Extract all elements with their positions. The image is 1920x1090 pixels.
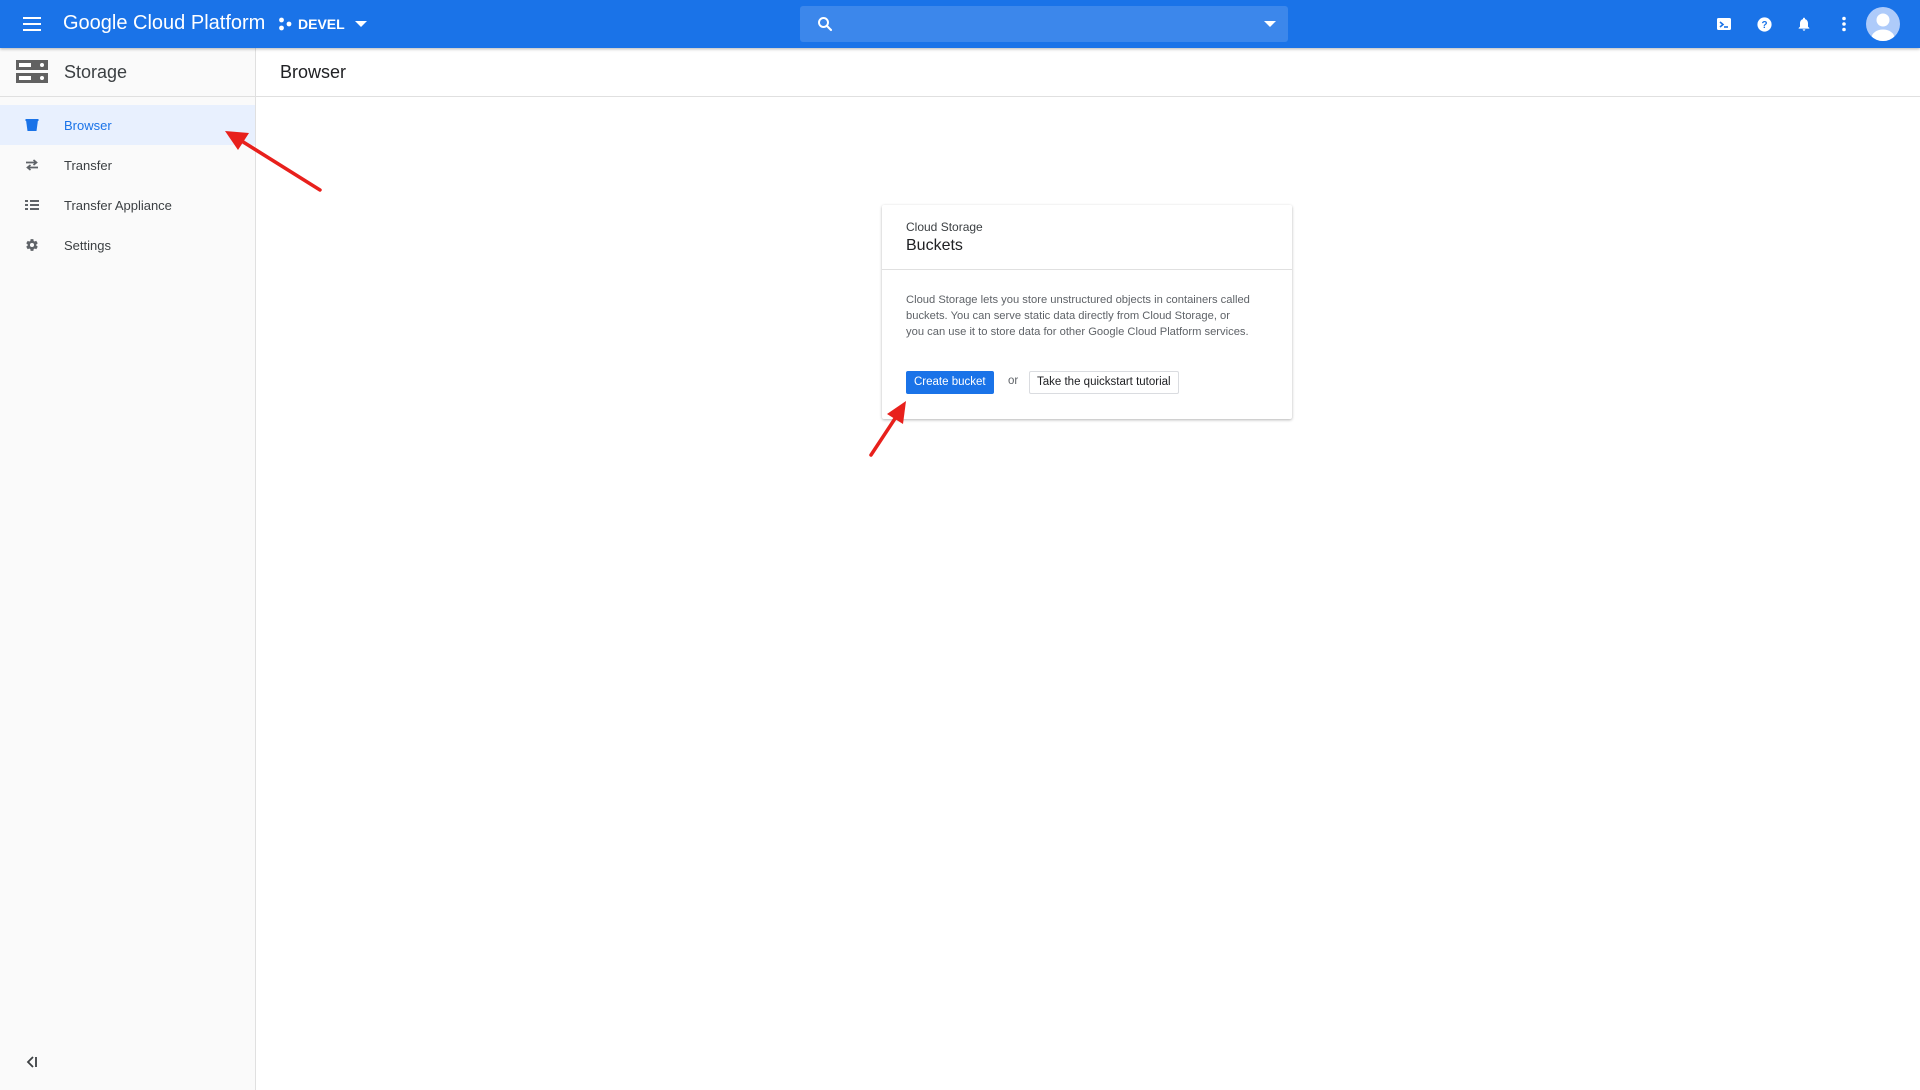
sidebar-item-transfer[interactable]: Transfer [0, 145, 255, 185]
project-selector[interactable]: DEVEL [278, 12, 367, 36]
sidebar-item-transfer-appliance[interactable]: Transfer Appliance [0, 185, 255, 225]
chevron-down-icon [354, 21, 367, 27]
more-vert-icon[interactable] [1832, 12, 1856, 36]
search-icon [818, 17, 833, 32]
card-header: Cloud Storage Buckets [882, 205, 1292, 270]
sidebar-item-settings[interactable]: Settings [0, 225, 255, 265]
sidebar-item-label: Transfer Appliance [64, 197, 172, 213]
transfer-arrows-icon [24, 157, 40, 173]
top-app-bar: Google Cloud Platform DEVEL ? [0, 0, 1920, 48]
project-name: DEVEL [298, 16, 345, 32]
sidebar-product-title: Storage [64, 61, 128, 82]
bucket-icon [24, 117, 40, 133]
help-icon[interactable]: ? [1752, 12, 1776, 36]
sidebar-item-label: Settings [64, 237, 111, 253]
quickstart-tutorial-button[interactable]: Take the quickstart tutorial [1029, 371, 1179, 394]
card-description: Cloud Storage lets you store unstructure… [906, 294, 1250, 338]
main-header: Browser [256, 48, 1920, 97]
or-separator: or [1008, 375, 1019, 387]
annotation-arrows [225, 131, 906, 457]
sidebar-item-label: Transfer [64, 157, 112, 173]
gear-icon [24, 237, 40, 253]
project-icon [279, 17, 292, 31]
sidebar: Storage Browser Transfer Transfer Applia… [0, 48, 256, 1090]
card-eyebrow: Cloud Storage [906, 220, 983, 234]
buckets-empty-state-card: Cloud Storage Buckets Cloud Storage lets… [882, 205, 1292, 419]
appliance-list-icon [24, 197, 40, 213]
account-avatar-icon[interactable] [1866, 7, 1900, 41]
cloud-shell-icon[interactable] [1712, 12, 1736, 36]
collapse-sidebar-icon[interactable] [24, 1054, 40, 1070]
svg-text:?: ? [1761, 20, 1767, 31]
app-title[interactable]: Google Cloud Platform [63, 12, 265, 35]
create-bucket-button[interactable]: Create bucket [906, 371, 994, 394]
search-bar[interactable] [800, 6, 1288, 42]
sidebar-item-label: Browser [64, 117, 112, 133]
sidebar-header: Storage [0, 48, 255, 97]
menu-icon[interactable] [20, 12, 44, 36]
search-input[interactable] [844, 12, 1238, 38]
page-title: Browser [280, 62, 347, 82]
card-title: Buckets [906, 237, 963, 254]
sidebar-item-browser[interactable]: Browser [0, 105, 255, 145]
storage-product-icon [16, 60, 48, 83]
notifications-icon[interactable] [1792, 12, 1816, 36]
search-dropdown-icon[interactable] [1264, 21, 1276, 27]
